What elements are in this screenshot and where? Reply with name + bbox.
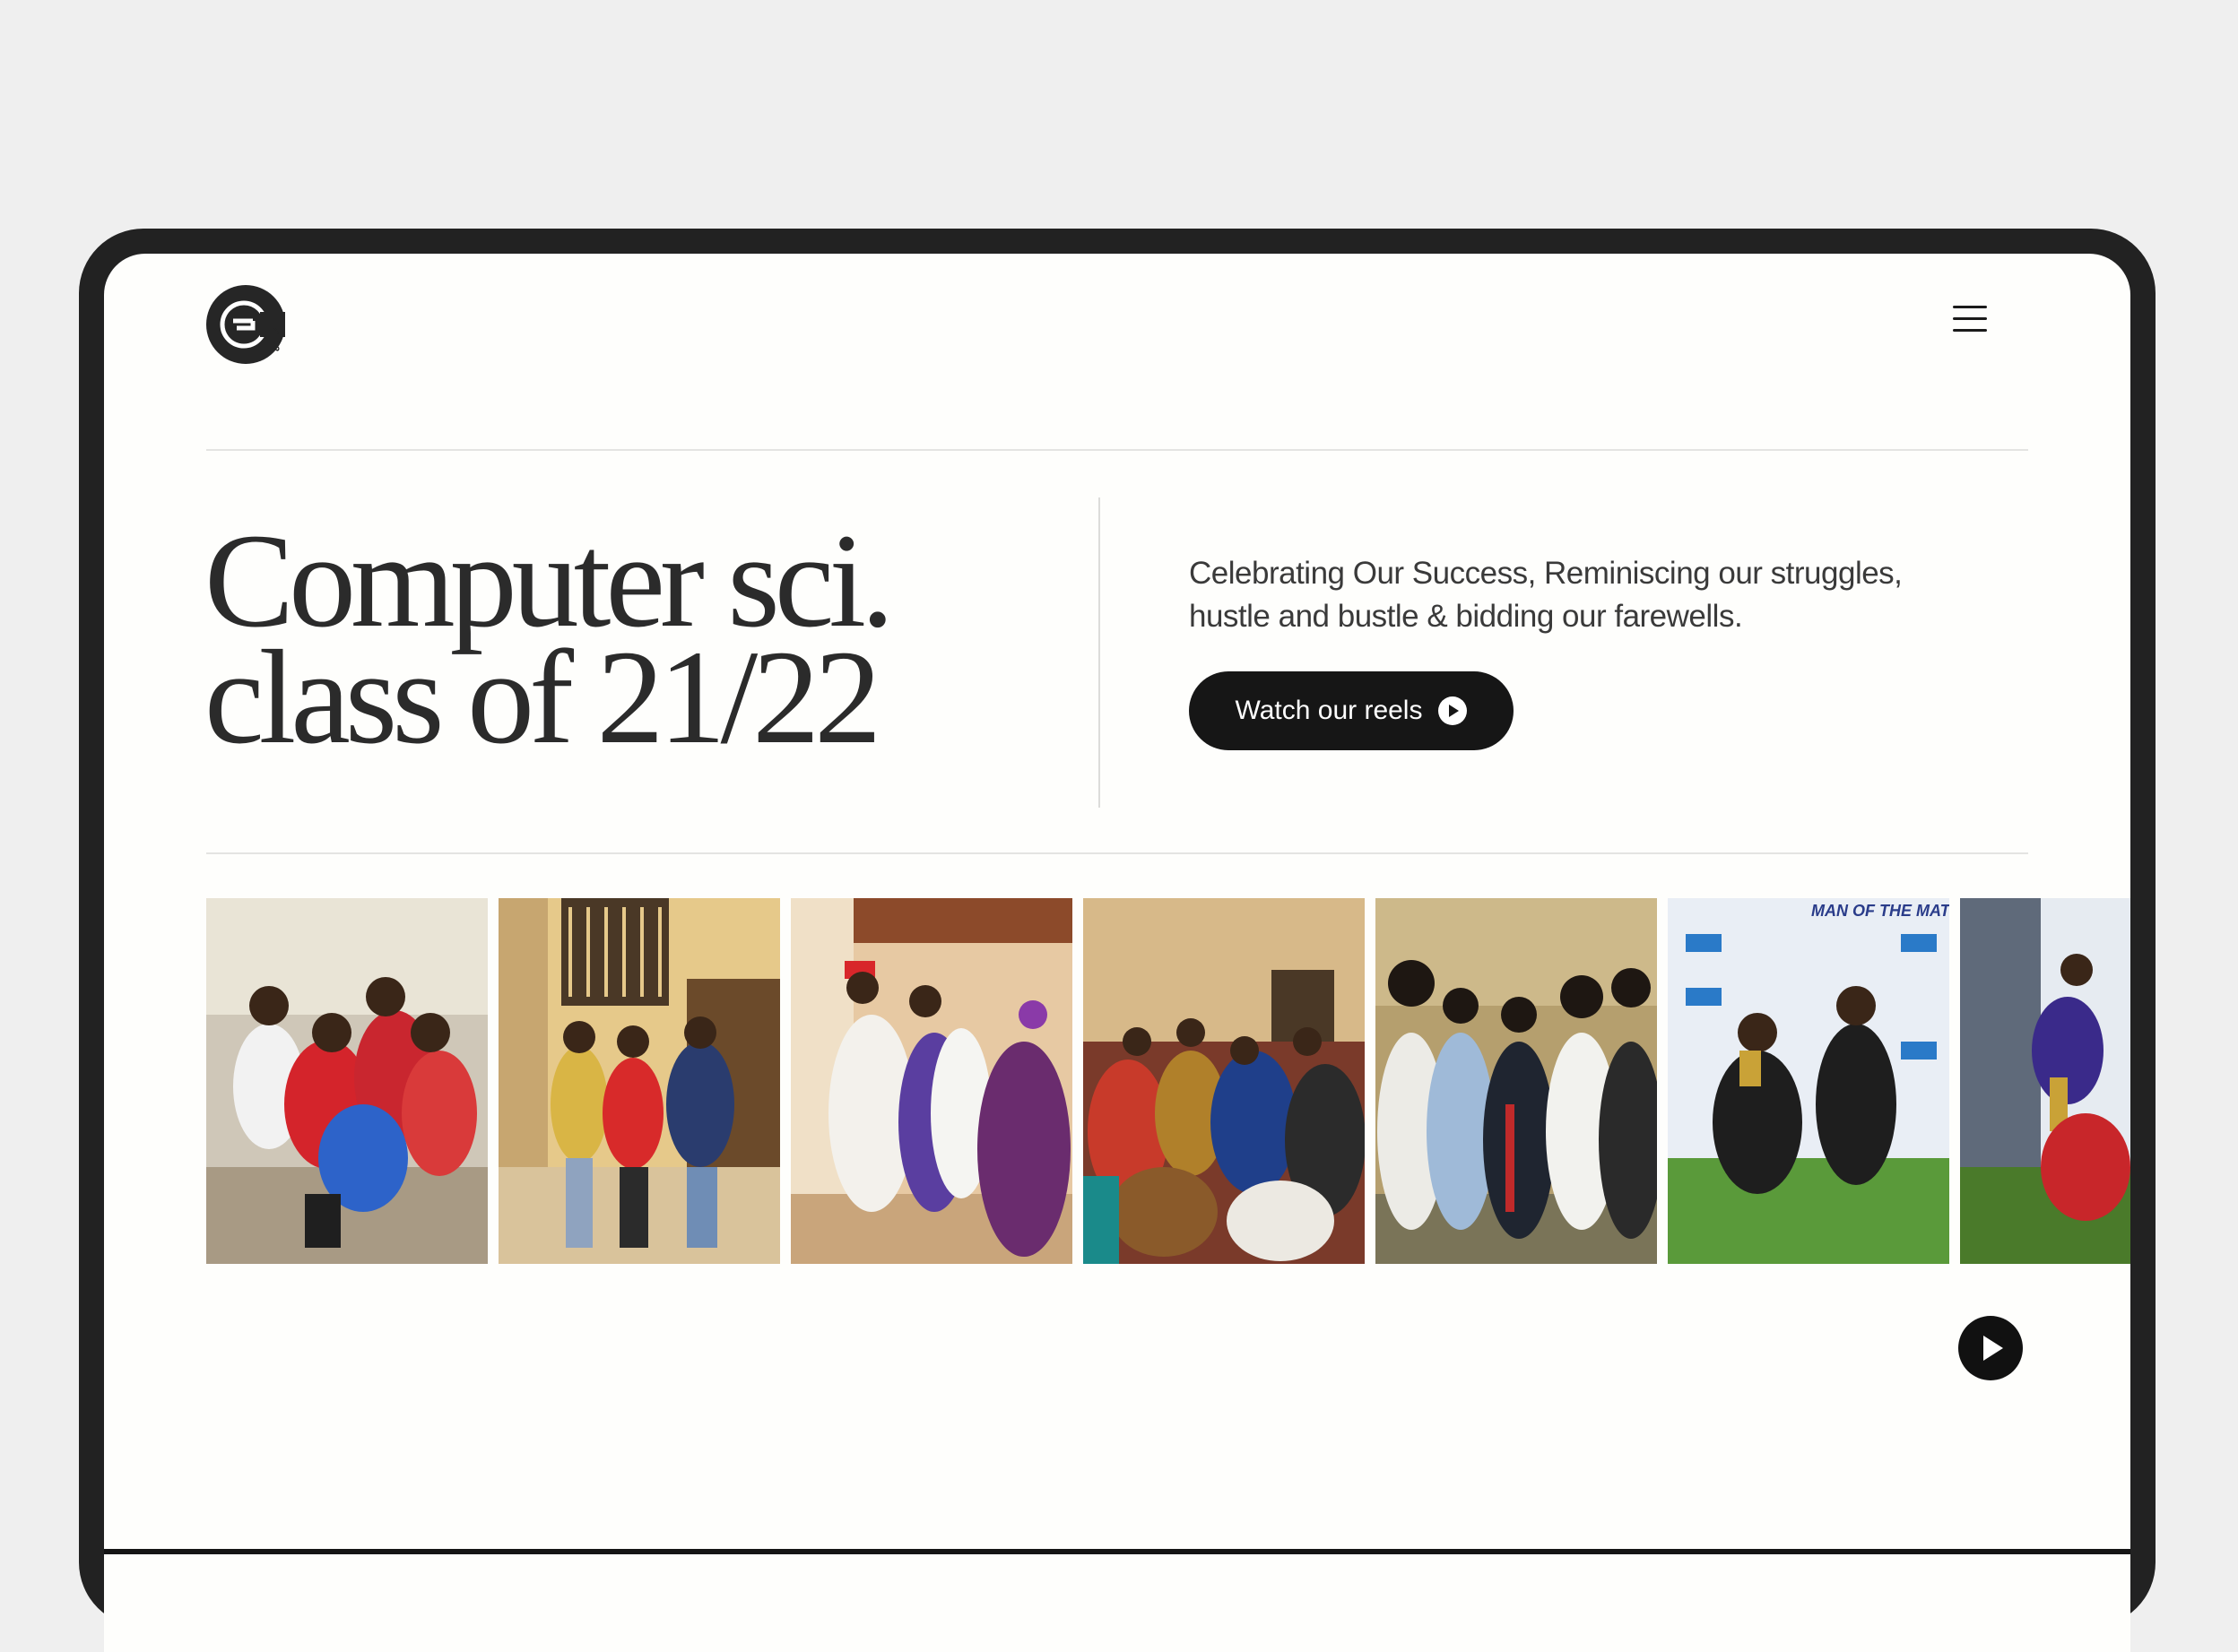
headline-line-2: class of 21/22 [204,623,881,772]
menu-line [1953,329,1987,332]
gallery-photo-7[interactable] [1960,898,2130,1264]
gallery-photo-1[interactable] [206,898,488,1264]
menu-line [1953,306,1987,308]
gallery-photo-5[interactable] [1375,898,1657,1264]
hero-tagline: Celebrating Our Success, Reminiscing our… [1189,552,1996,638]
banner-text: MAN OF THE MATCH [1811,902,1949,920]
gallery-photo-3[interactable] [791,898,1072,1264]
photo-gallery[interactable]: MAN OF THE MATCH [206,898,2130,1264]
class-logo-icon[interactable]: 21-22 [206,285,285,364]
hamburger-menu-icon[interactable] [1953,306,1987,333]
gallery-photo-2[interactable] [499,898,780,1264]
logo-year-text: 21-22 [270,326,281,351]
tagline-line-2: hustle and bustle & bidding our farewell… [1189,599,1743,634]
divider-top [206,449,2028,451]
page-title: Computer sci. class of 21/22 [204,506,895,772]
watch-reels-label: Watch our reels [1235,696,1423,725]
watch-reels-button[interactable]: Watch our reels [1189,671,1514,750]
headline-line-1: Computer sci. [204,506,895,655]
play-circle-icon [1438,696,1468,725]
tagline-line-1: Celebrating Our Success, Reminiscing our… [1189,556,1903,591]
divider-bottom [206,852,2028,854]
vertical-divider [1098,497,1100,808]
menu-line [1953,317,1987,320]
play-icon[interactable] [1958,1316,2023,1380]
gallery-photo-4[interactable] [1083,898,1365,1264]
browser-screen: 21-22 Computer sci. class of 21/22 Celeb… [104,254,2130,1652]
gallery-photo-6[interactable]: MAN OF THE MATCH [1668,898,1949,1264]
bottom-bar [104,1549,2130,1554]
device-frame: 21-22 Computer sci. class of 21/22 Celeb… [79,229,2156,1652]
